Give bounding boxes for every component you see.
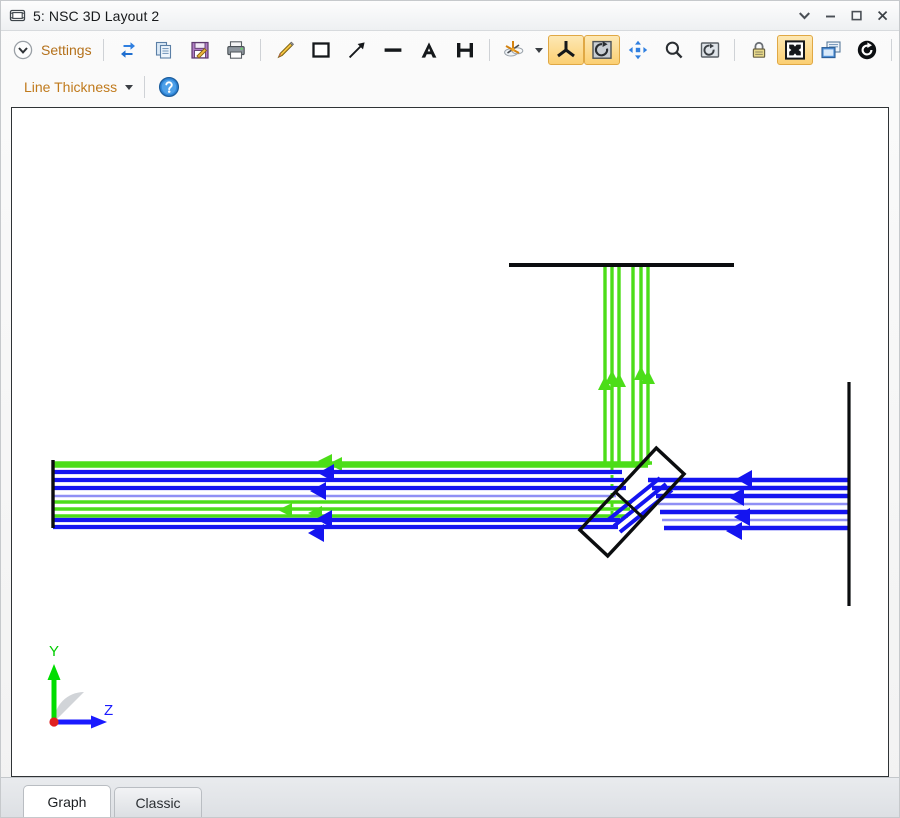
line-tool-button[interactable]	[375, 35, 411, 65]
toolbar-row-2: Line Thickness	[1, 69, 899, 105]
tab-classic[interactable]: Classic	[114, 787, 202, 817]
bottom-tab-strip: Graph Classic	[1, 777, 899, 817]
title-bar: 5: NSC 3D Layout 2	[1, 1, 899, 31]
line-thickness-dropdown[interactable]: Line Thickness	[19, 72, 138, 102]
help-button[interactable]	[151, 72, 187, 102]
axis-y-label: Y	[49, 643, 59, 660]
chevron-down-icon	[535, 48, 543, 53]
axis-indicator: Y Z	[48, 643, 114, 729]
chevron-down-icon	[125, 85, 133, 90]
tripod-axis-icon	[553, 37, 579, 63]
view-orientation-button[interactable]	[496, 35, 548, 65]
tab-graph-label: Graph	[48, 794, 87, 810]
settings-label: Settings	[41, 42, 92, 58]
rotate-view-button[interactable]	[584, 35, 620, 65]
refresh-button[interactable]	[110, 35, 146, 65]
settings-button[interactable]: Settings	[5, 35, 97, 65]
line-icon	[380, 37, 406, 63]
text-tool-button[interactable]	[411, 35, 447, 65]
toolbar-separator	[260, 39, 261, 61]
fit-window-button[interactable]	[777, 35, 813, 65]
rectangle-tool-button[interactable]	[303, 35, 339, 65]
maximize-button[interactable]	[843, 4, 869, 28]
windows-button[interactable]	[813, 35, 849, 65]
axes-view-icon	[501, 37, 527, 63]
save-as-button[interactable]	[182, 35, 218, 65]
layout-canvas-wrapper: Y Z	[11, 107, 889, 777]
toolbar-row-1: Settings	[1, 31, 899, 69]
save-edit-icon	[187, 37, 213, 63]
circle-refresh-icon	[854, 37, 880, 63]
layout-window-icon	[9, 7, 26, 24]
chevron-down-circle-icon	[10, 37, 36, 63]
refresh-arrows-icon	[115, 37, 141, 63]
dimension-h-icon	[452, 37, 478, 63]
dimension-tool-button[interactable]	[447, 35, 483, 65]
tab-classic-label: Classic	[135, 795, 180, 811]
lock-icon	[746, 37, 772, 63]
toolbar-separator	[144, 76, 145, 98]
printer-icon	[223, 37, 249, 63]
copy-button[interactable]	[146, 35, 182, 65]
line-thickness-label: Line Thickness	[24, 79, 117, 95]
layout-drawing: Y Z	[12, 108, 889, 770]
green-ray-bundle-vertical	[605, 265, 648, 465]
tab-graph[interactable]: Graph	[23, 785, 111, 817]
magnifier-icon	[661, 37, 687, 63]
toolbar-separator	[734, 39, 735, 61]
copy-icon	[151, 37, 177, 63]
fit-window-icon	[782, 37, 808, 63]
arrow-icon	[344, 37, 370, 63]
reset-view-button[interactable]	[692, 35, 728, 65]
axis-origin-dot	[49, 717, 58, 726]
window-menu-dropdown[interactable]	[791, 4, 817, 28]
pan-view-button[interactable]	[620, 35, 656, 65]
reset-box-icon	[697, 37, 723, 63]
help-question-icon	[156, 74, 182, 100]
toolbar-separator	[891, 39, 892, 61]
print-button[interactable]	[218, 35, 254, 65]
rotate-box-icon	[589, 37, 615, 63]
minimize-button[interactable]	[817, 4, 843, 28]
windows-stack-icon	[818, 37, 844, 63]
toolbar-separator	[103, 39, 104, 61]
nsc-3d-layout-window: 5: NSC 3D Layout 2 Settings	[0, 0, 900, 818]
axis-y-arrowhead	[48, 664, 61, 680]
toolbar-separator	[489, 39, 490, 61]
redo-refresh-button[interactable]	[849, 35, 885, 65]
text-a-icon	[416, 37, 442, 63]
axis-arc	[54, 692, 84, 722]
tripod-axes-button[interactable]	[548, 35, 584, 65]
blue-ray-bundle-left	[53, 472, 626, 527]
zoom-view-button[interactable]	[656, 35, 692, 65]
rectangle-icon	[308, 37, 334, 63]
arrow-tool-button[interactable]	[339, 35, 375, 65]
pan-move-icon	[625, 37, 651, 63]
nsc-3d-layout-canvas[interactable]: Y Z	[11, 107, 889, 777]
axis-z-label: Z	[104, 702, 113, 719]
close-button[interactable]	[869, 4, 895, 28]
pencil-tool-button[interactable]	[267, 35, 303, 65]
lock-button[interactable]	[741, 35, 777, 65]
pencil-icon	[272, 37, 298, 63]
window-title: 5: NSC 3D Layout 2	[33, 8, 159, 24]
